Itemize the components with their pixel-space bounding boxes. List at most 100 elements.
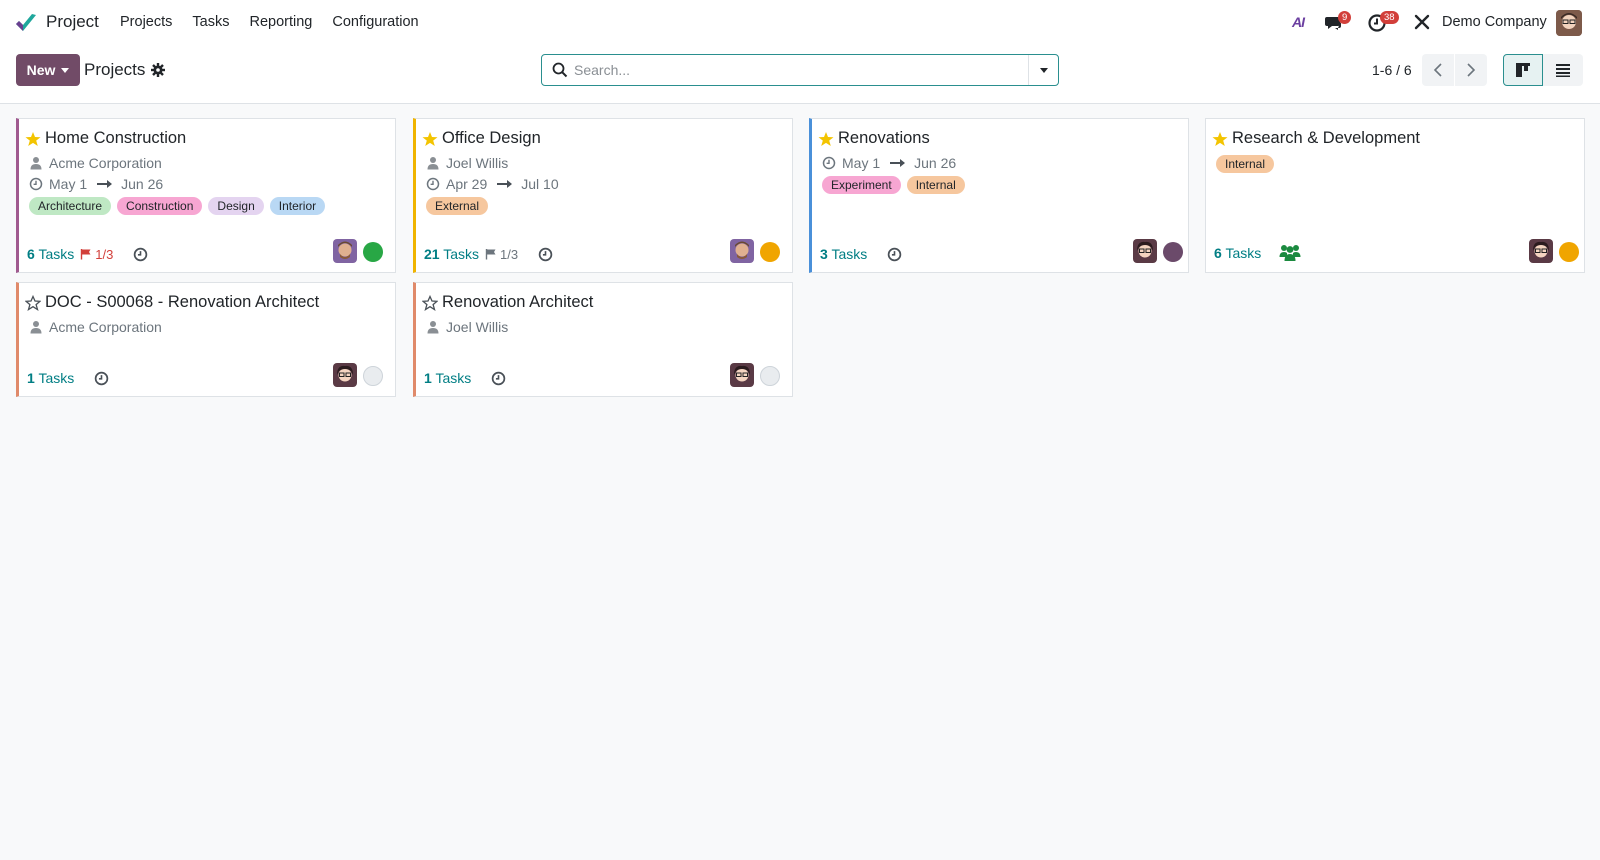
list-view-button[interactable]: [1543, 54, 1583, 86]
person-icon: [426, 156, 440, 170]
tag: Design: [208, 197, 264, 215]
activity-clock-icon[interactable]: [133, 247, 148, 262]
card-footer: 3 Tasks: [820, 246, 902, 262]
menu-reporting[interactable]: Reporting: [249, 14, 312, 30]
pager-previous-button[interactable]: [1422, 54, 1454, 86]
star-favorite-icon[interactable]: [818, 131, 834, 147]
list-icon: [1556, 64, 1570, 77]
company-switcher[interactable]: Demo Company: [1442, 14, 1547, 30]
tasks-count: 1: [27, 370, 35, 386]
status-indicator[interactable]: [363, 366, 383, 386]
project-card[interactable]: Research & Development Internal 6 Tasks: [1205, 118, 1585, 273]
tasks-label: Tasks: [1225, 245, 1262, 261]
project-card[interactable]: Renovation Architect Joel Willis 1 Tasks: [413, 282, 793, 397]
status-indicator[interactable]: [1559, 242, 1579, 262]
pager-value[interactable]: 1-6 / 6: [1372, 62, 1412, 78]
app-name[interactable]: Project: [46, 12, 99, 32]
clock-icon: [822, 156, 836, 170]
search-options-toggle[interactable]: [1028, 55, 1058, 85]
status-indicator[interactable]: [1163, 242, 1183, 262]
project-customer: Joel Willis: [426, 155, 508, 171]
project-name: DOC - S00068 - Renovation Architect: [45, 293, 320, 311]
date-start: May 1: [842, 155, 881, 171]
manager-avatar[interactable]: [730, 363, 754, 387]
activity-clock-icon[interactable]: [887, 247, 902, 262]
manager-avatar[interactable]: [333, 363, 357, 387]
menu-projects[interactable]: Projects: [120, 14, 172, 30]
main-menu: Projects Tasks Reporting Configuration: [120, 14, 419, 30]
status-indicator[interactable]: [760, 242, 780, 262]
tasks-label: Tasks: [443, 246, 480, 262]
star-favorite-icon[interactable]: [25, 131, 41, 147]
chevron-right-icon: [1467, 63, 1476, 77]
person-icon: [426, 320, 440, 334]
project-card[interactable]: DOC - S00068 - Renovation Architect Acme…: [16, 282, 396, 397]
project-tags: Architecture Construction Design Interio…: [29, 197, 326, 215]
milestones[interactable]: 1/3: [80, 247, 113, 262]
tasks-link[interactable]: 3 Tasks: [820, 246, 867, 262]
tag: Experiment: [822, 176, 901, 194]
activity-clock-icon[interactable]: [491, 371, 506, 386]
project-dates: Apr 29 Jul 10: [426, 176, 559, 192]
tasks-link[interactable]: 21 Tasks: [424, 246, 479, 262]
project-customer: Acme Corporation: [29, 155, 162, 171]
project-app-logo-icon[interactable]: [14, 11, 38, 35]
tag: Interior: [269, 197, 326, 215]
menu-configuration[interactable]: Configuration: [332, 14, 418, 30]
debug-tools-icon[interactable]: [1413, 13, 1431, 31]
tasks-label: Tasks: [435, 370, 472, 386]
card-footer: 6 Tasks: [1214, 244, 1301, 262]
activity-clock-icon[interactable]: [94, 371, 109, 386]
star-empty-icon[interactable]: [25, 295, 41, 311]
tag: Construction: [117, 197, 203, 215]
project-card[interactable]: Renovations May 1 Jun 26 Experiment Inte…: [809, 118, 1189, 273]
milestones[interactable]: 1/3: [485, 247, 518, 262]
activity-clock-icon[interactable]: [538, 247, 553, 262]
status-indicator[interactable]: [760, 366, 780, 386]
status-indicator[interactable]: [363, 242, 383, 262]
manager-avatar[interactable]: [730, 239, 754, 263]
card-footer: 1 Tasks: [27, 370, 109, 386]
caret-down-icon: [1039, 67, 1048, 73]
project-tags: Experiment Internal: [822, 176, 965, 194]
tasks-count: 3: [820, 246, 828, 262]
project-name: Home Construction: [45, 129, 187, 147]
manager-avatar[interactable]: [333, 239, 357, 263]
star-favorite-icon[interactable]: [1212, 131, 1228, 147]
star-empty-icon[interactable]: [422, 295, 438, 311]
project-card[interactable]: Office Design Joel Willis Apr 29 Jul 10 …: [413, 118, 793, 273]
tag: Internal: [906, 176, 965, 194]
person-icon: [29, 320, 43, 334]
top-navbar: Project Projects Tasks Reporting Configu…: [0, 0, 1600, 46]
star-favorite-icon[interactable]: [422, 131, 438, 147]
tasks-link[interactable]: 1 Tasks: [424, 370, 471, 386]
kanban-view-button[interactable]: [1503, 54, 1543, 86]
project-tags: Internal: [1216, 155, 1275, 173]
manager-avatar[interactable]: [1133, 239, 1157, 263]
date-start: May 1: [49, 176, 88, 192]
menu-tasks[interactable]: Tasks: [192, 14, 229, 30]
tasks-link[interactable]: 1 Tasks: [27, 370, 74, 386]
project-card[interactable]: Home Construction Acme Corporation May 1…: [16, 118, 396, 273]
new-button[interactable]: New: [16, 54, 80, 86]
tasks-link[interactable]: 6 Tasks: [27, 246, 74, 262]
flag-icon: [80, 248, 92, 260]
milestone-count: 1/3: [95, 246, 114, 262]
customer-name: Acme Corporation: [49, 319, 162, 335]
arrow-right-icon: [97, 180, 113, 188]
gear-icon[interactable]: [150, 62, 166, 78]
search-input[interactable]: [574, 60, 1014, 80]
kanban-icon: [1516, 63, 1530, 77]
tasks-count: 6: [27, 246, 35, 262]
tag: External: [426, 197, 489, 215]
tasks-count: 1: [424, 370, 432, 386]
tag: Architecture: [29, 197, 112, 215]
date-end: Jun 26: [914, 155, 957, 171]
tasks-link[interactable]: 6 Tasks: [1214, 245, 1261, 261]
pager-next-button[interactable]: [1455, 54, 1487, 86]
activities-badge: 38: [1380, 11, 1399, 24]
manager-avatar[interactable]: [1529, 239, 1553, 263]
user-avatar[interactable]: [1556, 10, 1582, 36]
ai-icon[interactable]: AI: [1292, 14, 1305, 30]
tasks-label: Tasks: [38, 246, 75, 262]
